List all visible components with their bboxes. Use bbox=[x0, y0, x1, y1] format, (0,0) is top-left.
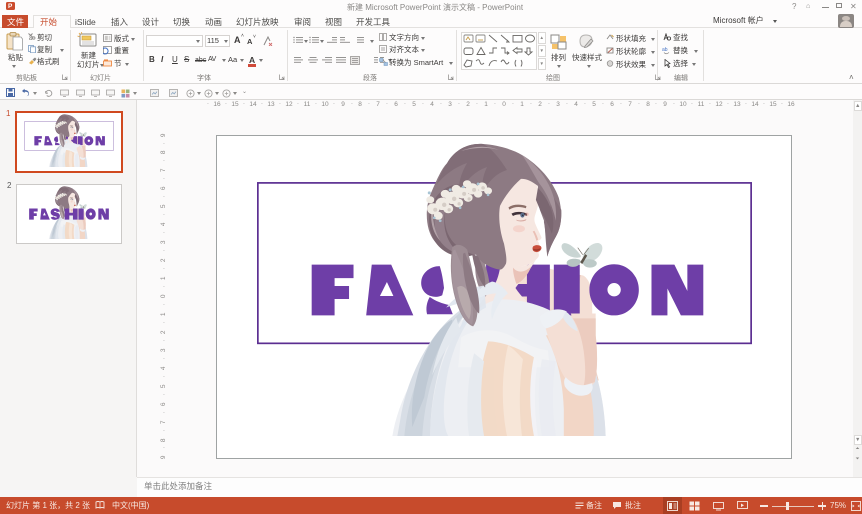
svg-text:ab: ab bbox=[662, 47, 668, 53]
